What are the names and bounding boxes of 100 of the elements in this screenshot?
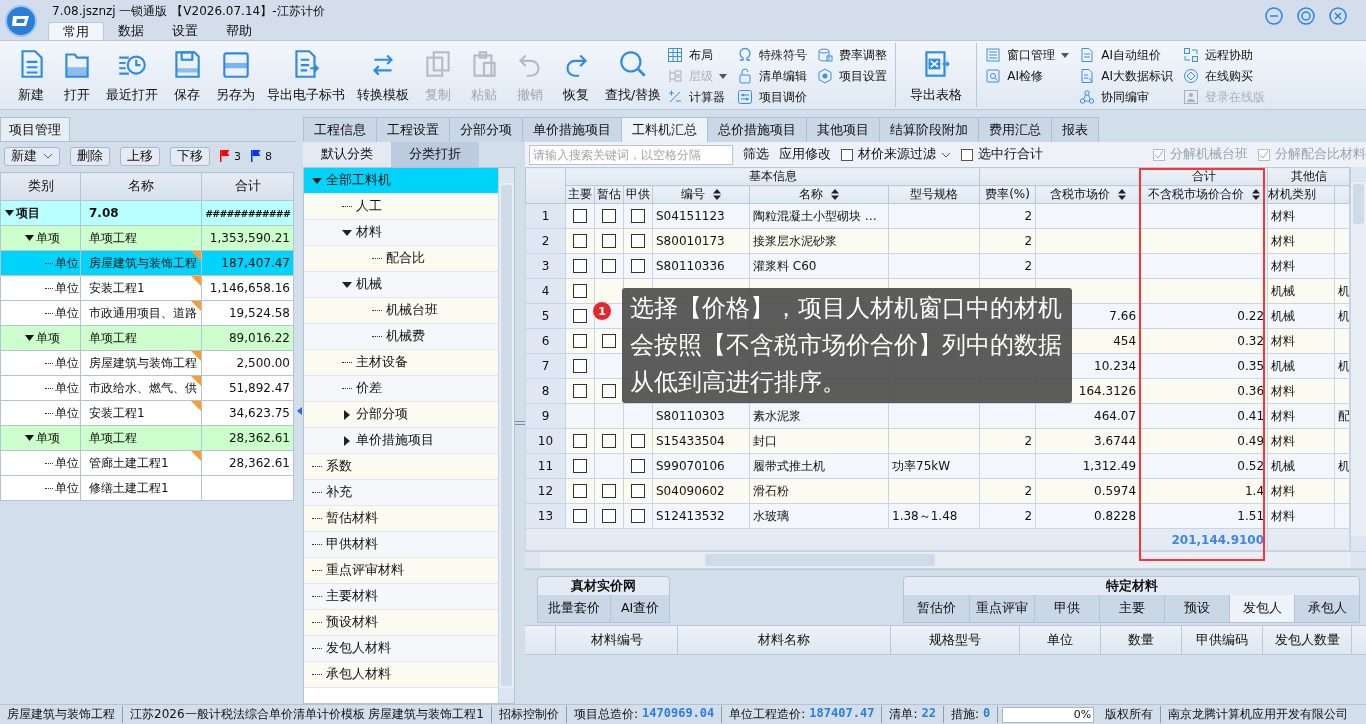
sort-icon[interactable] — [1251, 189, 1260, 200]
checkbox[interactable] — [631, 484, 645, 499]
tree-item[interactable]: 甲供材料 — [304, 532, 498, 558]
tab[interactable]: 默认分类 — [303, 142, 391, 167]
menu-tab[interactable]: 设置 — [158, 22, 212, 40]
scrollbar[interactable] — [525, 551, 1366, 569]
tab[interactable]: 分部分项 — [449, 117, 523, 142]
tree-item[interactable]: 全部工料机 — [304, 168, 498, 194]
splitter-handle-icon[interactable] — [515, 421, 525, 425]
toolbar-button[interactable]: 打开 — [54, 41, 100, 109]
tab[interactable]: 工料机汇总 — [621, 117, 708, 142]
tab[interactable]: 发包人 — [1229, 595, 1294, 622]
checkbox[interactable] — [631, 434, 645, 449]
tree-item[interactable]: 机械台班 — [304, 298, 498, 324]
chevron-icon[interactable] — [941, 151, 951, 158]
toolbar-button[interactable]: 转换模板 — [351, 41, 415, 109]
toolbar-button[interactable]: 查找/替换 — [599, 41, 668, 109]
tab[interactable]: 报表 — [1051, 117, 1099, 142]
tab[interactable]: 总价措施项目 — [707, 117, 807, 142]
sort-icon[interactable] — [713, 189, 721, 200]
tree-row[interactable]: 单位 管廊土建工程1 28,362.61 — [0, 450, 294, 476]
menu-tab[interactable]: 帮助 — [212, 22, 266, 40]
checkbox[interactable] — [602, 234, 616, 249]
tab[interactable]: 暂估价 — [904, 595, 969, 622]
toolbar-button[interactable]: 新建 — [4, 146, 60, 166]
checkbox[interactable] — [602, 509, 616, 524]
restore-button[interactable] — [1296, 6, 1316, 26]
column-header[interactable]: 名称 — [799, 186, 823, 203]
close-button[interactable] — [1328, 6, 1348, 26]
checkbox[interactable] — [573, 384, 587, 399]
checkbox[interactable] — [602, 209, 616, 224]
tree-row[interactable]: 单项 单项工程 1,353,590.21 — [0, 225, 294, 251]
toolbar-button[interactable]: 最近打开 — [100, 41, 164, 109]
toolbar-button[interactable]: 窗口管理 — [985, 46, 1070, 64]
tab[interactable]: 单价措施项目 — [522, 117, 622, 142]
toolbar-button[interactable]: 下移 — [170, 146, 210, 166]
toolbar-button[interactable]: 保存 — [164, 41, 210, 109]
checkbox[interactable] — [573, 259, 587, 274]
tree-item[interactable]: 材料 — [304, 220, 498, 246]
tree-row[interactable]: 单位 安装工程1 1,146,658.16 — [0, 275, 294, 301]
menu-tab[interactable]: 数据 — [104, 22, 158, 40]
checkbox[interactable] — [573, 334, 587, 349]
checkbox[interactable] — [631, 259, 645, 274]
scrollbar[interactable] — [1350, 167, 1366, 551]
toolbar-button[interactable]: 上移 — [120, 146, 160, 166]
sort-icon[interactable] — [831, 189, 839, 200]
toolbar-button[interactable]: 导出电子标书 — [261, 41, 351, 109]
tree-item[interactable]: 主要材料 — [304, 584, 498, 610]
checkbox[interactable] — [573, 234, 587, 249]
tab[interactable]: 重点评审 — [969, 595, 1034, 622]
toolbar-button[interactable]: 项目调价 — [737, 88, 808, 106]
toolbar-button[interactable]: 另存为 — [210, 41, 261, 109]
tree-item[interactable]: 承包人材料 — [304, 662, 498, 688]
toolbar-button[interactable]: 远程协助 — [1182, 46, 1265, 64]
toolbar-button[interactable]: 筛选 — [743, 146, 769, 163]
toolbar-button[interactable]: 清单编辑 — [737, 67, 808, 85]
tree-item[interactable]: 重点评审材料 — [304, 558, 498, 584]
checkbox[interactable] — [573, 209, 587, 224]
tree-row[interactable]: 单位 修缮土建工程1 — [0, 475, 294, 501]
toolbar-button[interactable]: 导出表格 — [904, 41, 969, 109]
expand-arrow-icon[interactable] — [342, 279, 352, 290]
sort-icon[interactable] — [1117, 189, 1126, 200]
toolbar-button[interactable]: AI检修 — [985, 67, 1070, 85]
toolbar-button[interactable]: 布局 — [667, 46, 728, 64]
tree-row[interactable]: 单位 市政给水、燃气、供 51,892.47 — [0, 375, 294, 401]
tab[interactable]: 工程信息 — [303, 117, 377, 142]
checkbox[interactable] — [573, 359, 587, 374]
expand-arrow-icon[interactable] — [312, 175, 322, 186]
tab[interactable]: 费用汇总 — [978, 117, 1052, 142]
tab[interactable]: 甲供 — [1034, 595, 1099, 622]
tab[interactable]: 其他项目 — [806, 117, 880, 142]
tree-item[interactable]: 配合比 — [304, 246, 498, 272]
checkbox[interactable] — [573, 484, 587, 499]
checkbox[interactable] — [573, 309, 587, 324]
checkbox[interactable] — [573, 284, 587, 299]
tree-item[interactable]: 主材设备 — [304, 350, 498, 376]
checkbox[interactable] — [631, 234, 645, 249]
tree-item[interactable]: 暂估材料 — [304, 506, 498, 532]
tree-row[interactable]: 单项 单项工程 89,016.22 — [0, 325, 294, 351]
search-field[interactable]: 请输入搜索关键词，以空格分隔 — [529, 144, 733, 165]
checkbox[interactable] — [602, 484, 616, 499]
checkbox[interactable] — [602, 259, 616, 274]
tree-item[interactable]: 价差 — [304, 376, 498, 402]
tree-item[interactable]: 系数 — [304, 454, 498, 480]
panel-tab[interactable]: 项目管理 — [0, 117, 70, 141]
expand-arrow-icon[interactable] — [342, 435, 352, 446]
toolbar-button[interactable]: 恢复 — [553, 41, 599, 109]
expand-arrow-icon[interactable] — [342, 227, 352, 238]
expand-arrow-icon[interactable] — [5, 209, 14, 217]
checkbox[interactable] — [573, 509, 587, 524]
tab[interactable]: 结算阶段附加 — [879, 117, 979, 142]
tab[interactable]: 预设 — [1164, 595, 1229, 622]
scrollbar[interactable] — [498, 168, 514, 703]
checkbox[interactable] — [602, 384, 616, 399]
checkbox[interactable] — [573, 459, 587, 474]
tree-item[interactable]: 预设材料 — [304, 610, 498, 636]
checkbox[interactable] — [602, 334, 616, 349]
checkbox[interactable] — [841, 148, 853, 161]
toolbar-button[interactable]: 在线购买 — [1182, 67, 1265, 85]
tab[interactable]: 工程设置 — [376, 117, 450, 142]
